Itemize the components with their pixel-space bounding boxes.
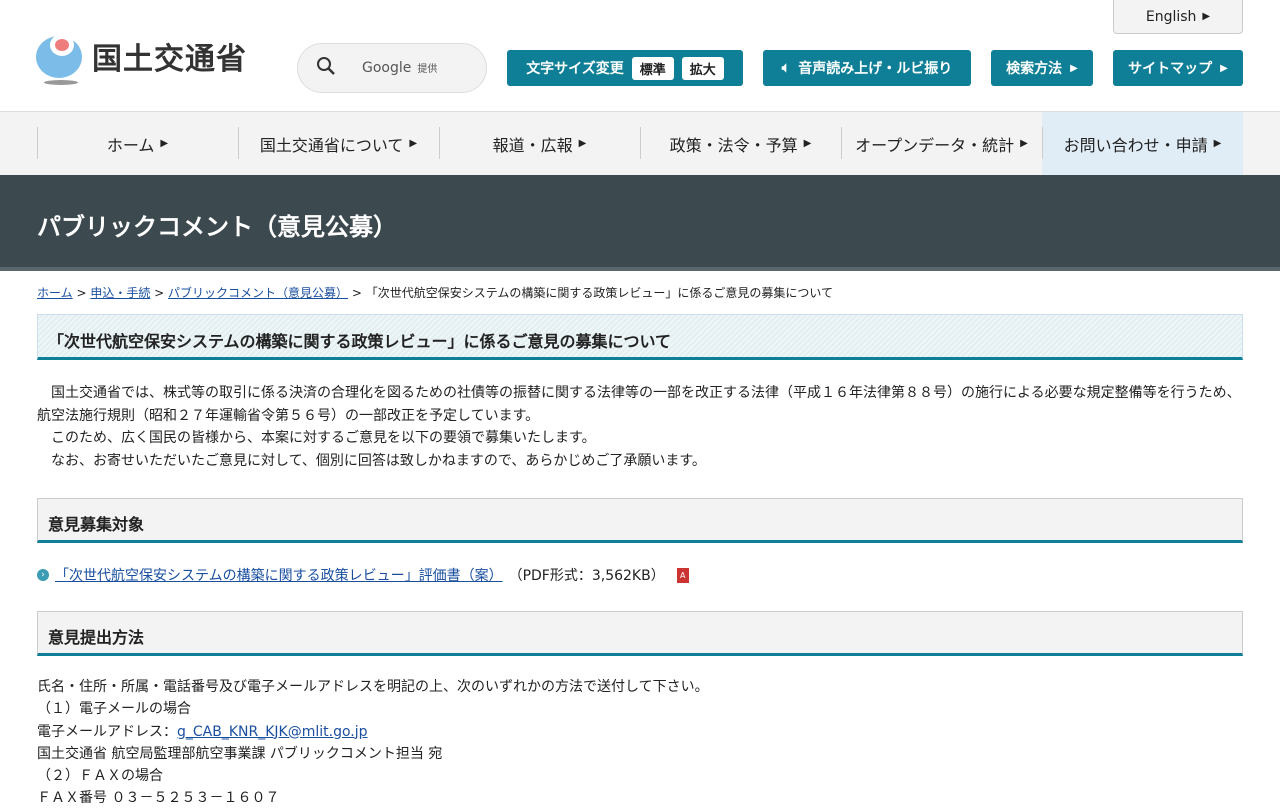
arrow-right-icon: ▶ <box>1202 11 1211 22</box>
font-size-control: 文字サイズ変更 標準 拡大 <box>507 50 743 86</box>
search-method-label: 検索方法 <box>1006 61 1063 77</box>
font-standard-button[interactable]: 標準 <box>631 56 674 80</box>
mlit-logo-icon <box>36 32 84 86</box>
pdf-icon: A <box>676 567 689 583</box>
fax-number: ＦＡＸ番号 ０３－５２５３－１６０７ <box>37 790 280 807</box>
intro-paragraph: 国土交通省では、株式等の取引に係る決済の合理化を図るための社債等の振替に関する法… <box>37 385 1241 424</box>
email-label: 電子メールアドレス： <box>37 723 177 740</box>
speech-label: 音声読み上げ・ルビ振り <box>798 61 953 77</box>
arrow-right-icon: ▶ <box>409 138 418 149</box>
breadcrumb-current: 「次世代航空保安システムの構築に関する政策レビュー」に係るご意見の募集について <box>365 286 834 300</box>
search-icon <box>316 56 336 80</box>
method-text: 氏名・住所・所属・電話番号及び電子メールアドレスを明記の上、次のいずれかの方法で… <box>37 679 709 695</box>
evaluation-document-link[interactable]: 「次世代航空保安システムの構築に関する政策レビュー」評価書（案） <box>55 565 503 585</box>
nav-label: オープンデータ・統計 <box>855 135 1015 155</box>
arrow-right-icon: ▶ <box>1020 138 1028 149</box>
arrow-right-icon: ▶ <box>803 138 812 149</box>
nav-opendata[interactable]: オープンデータ・統計 ▶ <box>841 112 1042 175</box>
breadcrumb-pubcom[interactable]: パブリックコメント（意見公募） <box>168 286 348 300</box>
fax-case: （２）ＦＡＸの場合 <box>37 768 163 785</box>
page-title: 「次世代航空保安システムの構築に関する政策レビュー」に係るご意見の募集について <box>37 314 1243 360</box>
english-link[interactable]: English ▶ <box>1113 0 1243 34</box>
intro-text: 国土交通省では、株式等の取引に係る決済の合理化を図るための社債等の振替に関する法… <box>0 360 1280 472</box>
addressee: 国土交通省 航空局監理部航空事業課 パブリックコメント担当 宛 <box>37 745 443 762</box>
nav-home[interactable]: ホーム ▶ <box>37 112 238 175</box>
search-method-button[interactable]: 検索方法 ▶ <box>991 50 1093 86</box>
email-case: （１）電子メールの場合 <box>37 701 191 718</box>
intro-paragraph: なお、お寄せいただいたご意見に対して、個別に回答は致しかねますので、あらかじめご… <box>37 452 706 469</box>
arrow-right-icon: ▶ <box>160 138 169 149</box>
nav-press[interactable]: 報道・広報 ▶ <box>439 112 640 175</box>
section-heading-target: 意見募集対象 <box>37 498 1243 543</box>
speech-button[interactable]: 🔈︎ 音声読み上げ・ルビ振り <box>763 50 971 86</box>
chevron-right-icon: › <box>37 569 49 581</box>
email-link[interactable]: g_CAB_KNR_KJK@mlit.go.jp <box>177 724 368 740</box>
search-input[interactable]: Google 提供 <box>297 43 487 93</box>
breadcrumb-home[interactable]: ホーム <box>37 286 73 300</box>
site-header: 国土交通省 Google 提供 English ▶ 文字サイズ変更 標準 拡大 🔈︎… <box>0 0 1280 112</box>
nav-label: お問い合わせ・申請 <box>1063 135 1208 155</box>
nav-label: ホーム <box>106 135 155 155</box>
submission-method: 氏名・住所・所属・電話番号及び電子メールアドレスを明記の上、次のいずれかの方法で… <box>0 656 1280 810</box>
breadcrumb: ホーム > 申込・手続 > パブリックコメント（意見公募） > 「次世代航空保安… <box>37 286 834 300</box>
global-nav: ホーム ▶ 国土交通省について ▶ 報道・広報 ▶ 政策・法令・予算 ▶ オープンデータ… <box>0 112 1280 175</box>
site-logo[interactable]: 国土交通省 <box>36 32 247 86</box>
nav-about[interactable]: 国土交通省について ▶ <box>238 112 439 175</box>
arrow-right-icon: ▶ <box>578 138 587 149</box>
arrow-right-icon: ▶ <box>1070 62 1078 74</box>
nav-label: 国土交通省について <box>259 135 404 155</box>
font-large-button[interactable]: 拡大 <box>681 56 724 80</box>
font-size-label: 文字サイズ変更 <box>526 61 624 77</box>
nav-contact[interactable]: お問い合わせ・申請 ▶ <box>1042 112 1243 175</box>
document-link-row: › 「次世代航空保安システムの構築に関する政策レビュー」評価書（案） （PDF形… <box>37 565 1243 585</box>
sitemap-label: サイトマップ <box>1128 61 1213 77</box>
search-provided: 提供 <box>417 64 438 75</box>
file-info: （PDF形式：3,562KB） <box>508 568 665 584</box>
logo-text: 国土交通省 <box>92 42 247 77</box>
section-banner: パブリックコメント（意見公募） <box>0 175 1280 271</box>
english-label: English <box>1145 8 1197 25</box>
intro-paragraph: このため、広く国民の皆様から、本案に対するご意見を以下の要領で募集いたします。 <box>37 430 596 446</box>
nav-label: 政策・法令・予算 <box>669 135 798 155</box>
google-brand: Google <box>362 60 412 76</box>
nav-label: 報道・広報 <box>492 135 573 155</box>
section-heading-method: 意見提出方法 <box>37 611 1243 656</box>
arrow-right-icon: ▶ <box>1213 138 1222 149</box>
speaker-icon: 🔈︎ <box>781 60 791 76</box>
arrow-right-icon: ▶ <box>1220 62 1228 74</box>
sitemap-button[interactable]: サイトマップ ▶ <box>1113 50 1243 86</box>
breadcrumb-apply[interactable]: 申込・手続 <box>90 286 150 300</box>
nav-policy[interactable]: 政策・法令・予算 ▶ <box>640 112 841 175</box>
